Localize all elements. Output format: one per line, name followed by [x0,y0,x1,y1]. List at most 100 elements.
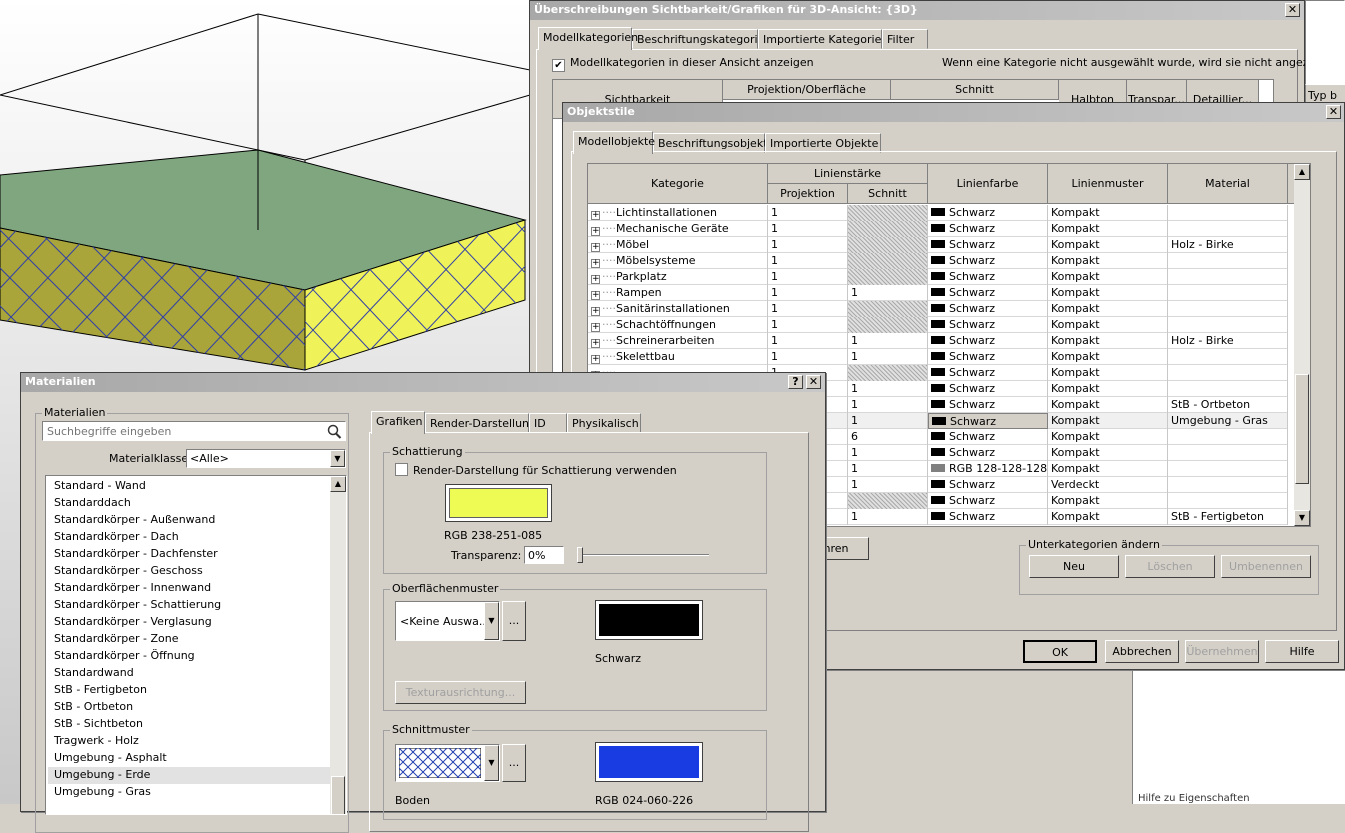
material-cell[interactable] [1168,493,1288,509]
list-item[interactable]: Standardkörper - Dachfenster [48,546,332,563]
projection-cell[interactable]: 1 [768,221,848,237]
tab-filter[interactable]: Filter [882,29,928,49]
tab-imported-categories[interactable]: Importierte Kategorien [758,29,888,49]
help-button[interactable]: Hilfe [1265,640,1339,663]
material-class-select[interactable]: <Alle> ▼ [186,449,346,468]
material-cell[interactable] [1168,365,1288,381]
cut-cell[interactable] [848,253,928,269]
projection-cell[interactable]: 1 [768,285,848,301]
projection-cell[interactable]: 1 [768,269,848,285]
linepattern-cell[interactable]: Kompakt [1048,269,1168,285]
cut-cell[interactable] [848,317,928,333]
linecolor-cell[interactable]: RGB 128-128-128 [928,461,1048,477]
list-item[interactable]: Standardkörper - Außenwand [48,512,332,529]
category-cell[interactable]: + ····Schachtöffnungen [588,317,768,333]
chevron-down-icon[interactable]: ▼ [330,450,345,467]
apply-button[interactable]: Übernehmen [1185,640,1259,663]
expand-icon[interactable]: + [591,291,600,300]
cut-pattern-browse-button[interactable]: ... [502,744,526,782]
transparency-input[interactable] [524,546,564,564]
linecolor-cell[interactable]: Schwarz [928,285,1048,301]
material-cell[interactable]: Holz - Birke [1168,237,1288,253]
material-cell[interactable] [1168,381,1288,397]
scroll-thumb[interactable] [1295,374,1309,484]
material-cell[interactable]: StB - Ortbeton [1168,397,1288,413]
cut-cell[interactable]: 1 [848,285,928,301]
cut-cell[interactable] [848,493,928,509]
list-item[interactable]: Standardkörper - Innenwand [48,580,332,597]
cut-color-swatch[interactable] [595,742,703,782]
tab-id[interactable]: ID [529,413,567,433]
cut-cell[interactable]: 1 [848,445,928,461]
projection-cell[interactable]: 1 [768,333,848,349]
category-cell[interactable]: + ····Schreinerarbeiten [588,333,768,349]
material-cell[interactable] [1168,461,1288,477]
projection-cell[interactable]: 1 [768,301,848,317]
table-row[interactable]: + ····Lichtinstallationen 1 Schwarz Kompakt [588,205,1288,221]
expand-icon[interactable]: + [591,275,600,284]
linecolor-cell[interactable]: Schwarz [928,237,1048,253]
chevron-down-icon[interactable]: ▼ [484,602,499,640]
tab-graphics[interactable]: Grafiken [371,411,425,434]
projection-cell[interactable]: 1 [768,317,848,333]
col-cut[interactable]: Schnitt [848,184,928,204]
linepattern-cell[interactable]: Kompakt [1048,285,1168,301]
cut-cell[interactable] [848,301,928,317]
material-cell[interactable] [1168,221,1288,237]
material-cell[interactable]: StB - Fertigbeton [1168,509,1288,525]
render-shading-checkbox[interactable] [395,463,408,476]
expand-icon[interactable]: + [591,307,600,316]
chevron-down-icon[interactable]: ▼ [484,745,499,781]
expand-icon[interactable]: + [591,243,600,252]
texture-alignment-button[interactable]: Texturausrichtung... [395,681,526,704]
linecolor-cell[interactable]: Schwarz [928,301,1048,317]
projection-cell[interactable]: 1 [768,349,848,365]
expand-icon[interactable]: + [591,339,600,348]
cut-cell[interactable] [848,237,928,253]
linepattern-cell[interactable]: Kompakt [1048,333,1168,349]
linecolor-cell[interactable]: Schwarz [928,333,1048,349]
tab-imported-objects[interactable]: Importierte Objekte [765,133,881,153]
cut-cell[interactable]: 6 [848,429,928,445]
transparency-slider-thumb[interactable] [577,547,583,563]
category-cell[interactable]: + ····Möbel [588,237,768,253]
material-cell[interactable] [1168,429,1288,445]
category-cell[interactable]: + ····Möbelsysteme [588,253,768,269]
linepattern-cell[interactable]: Kompakt [1048,301,1168,317]
transparency-slider[interactable] [577,547,709,563]
properties-help-link[interactable]: Hilfe zu Eigenschaften [1138,793,1250,804]
list-item[interactable]: Standardkörper - Öffnung [48,648,332,665]
cut-cell[interactable]: 1 [848,397,928,413]
rename-button[interactable]: Umbenennen [1221,555,1311,578]
col-projection[interactable]: Projektion [768,184,848,204]
linecolor-cell[interactable]: Schwarz [928,477,1048,493]
list-item[interactable]: Tragwerk - Holz [48,733,332,750]
linepattern-cell[interactable]: Kompakt [1048,253,1168,269]
linepattern-cell[interactable]: Kompakt [1048,445,1168,461]
cut-cell[interactable] [848,205,928,221]
table-row[interactable]: + ····Rampen 1 1 Schwarz Kompakt [588,285,1288,301]
material-cell[interactable] [1168,253,1288,269]
help-icon[interactable]: ? [788,375,803,389]
linecolor-cell[interactable]: Schwarz [928,317,1048,333]
cut-cell[interactable] [848,365,928,381]
list-item[interactable]: Standardwand [48,665,332,682]
list-item[interactable]: Standardkörper - Zone [48,631,332,648]
list-item[interactable]: StB - Ortbeton [48,699,332,716]
category-cell[interactable]: + ····Mechanische Geräte [588,221,768,237]
list-item[interactable]: Standardkörper - Geschoss [48,563,332,580]
cut-cell[interactable]: 1 [848,461,928,477]
expand-icon[interactable]: + [591,211,600,220]
scroll-thumb[interactable] [331,776,345,814]
cut-cell[interactable]: 1 [848,381,928,397]
list-item[interactable]: Standardkörper - Verglasung [48,614,332,631]
material-cell[interactable] [1168,285,1288,301]
surface-pattern-browse-button[interactable]: ... [502,601,526,641]
linecolor-cell[interactable]: Schwarz [928,221,1048,237]
list-item[interactable]: Standard - Wand [48,478,332,495]
material-cell[interactable] [1168,205,1288,221]
cut-cell[interactable]: 1 [848,413,928,429]
cut-cell[interactable]: 1 [848,509,928,525]
delete-button[interactable]: Löschen [1125,555,1215,578]
linepattern-cell[interactable]: Kompakt [1048,205,1168,221]
